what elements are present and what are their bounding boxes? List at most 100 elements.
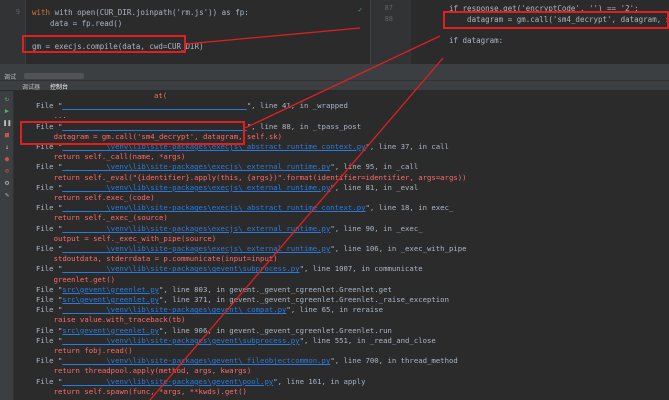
file-suffix: ", line 906, in gevent._gevent_cgreenlet…: [159, 325, 392, 335]
file-suffix: ", line 65, in reraise: [286, 305, 384, 315]
traceback-file-line[interactable]: File " \venv\lib\site-packages\execjs\_a…: [36, 203, 453, 213]
stop-icon[interactable]: ■: [3, 131, 11, 139]
file-path-link[interactable]: src\gevent\greenlet.py: [62, 295, 159, 304]
highlight-box-compile: [22, 35, 186, 53]
mute-icon[interactable]: ⊘: [3, 167, 11, 175]
pause-icon[interactable]: ❚❚: [3, 119, 11, 127]
file-path-link[interactable]: \venv\lib\site-packages\gevent\pool.py: [62, 377, 273, 386]
debug-toolbar: ↻ ▶ ❚❚ ■ ↓ ● ⊘ ⚙ ✎: [0, 91, 14, 400]
run-tab-bar: 调试: [0, 70, 669, 81]
file-suffix: ", line 81, in _eval: [330, 182, 419, 192]
traceback-file-line[interactable]: File "src\gevent\greenlet.py", line 906,…: [36, 326, 392, 336]
traceback-code-line: greenlet.get(): [36, 274, 116, 284]
check-icon: ✓: [358, 6, 363, 14]
file-path-link[interactable]: \venv\lib\site-packages\execjs\_external…: [62, 183, 330, 192]
traceback-file-line[interactable]: File " \venv\lib\site-packages\gevent\po…: [36, 377, 366, 387]
file-path-link[interactable]: \venv\lib\site-packages\execjs\_abstract…: [62, 203, 365, 212]
file-prefix: File ": [36, 162, 63, 172]
traceback-code-line: ...: [36, 111, 67, 121]
file-prefix: File ": [36, 335, 63, 345]
traceback-file-line[interactable]: File "src\gevent\greenlet.py", line 803,…: [36, 285, 392, 295]
file-suffix: ", line 37, in call: [365, 142, 449, 151]
file-suffix: ", line 803, in gevent._gevent_cgreenlet…: [159, 284, 392, 294]
step-icon[interactable]: ↓: [3, 143, 11, 151]
traceback-file-line[interactable]: File " \venv\lib\site-packages\gevent\_c…: [36, 305, 383, 315]
file-prefix: File ": [36, 223, 63, 233]
file-suffix: ", line 551, in _read_and_close: [299, 335, 436, 345]
file-prefix: File ": [36, 295, 63, 304]
file-prefix: File ": [36, 305, 63, 315]
file-suffix: ", line 106, in _exec_with_pipe: [330, 244, 467, 253]
code-line: with with open(CUR_DIR.joinpath('rm.js')…: [32, 8, 249, 17]
traceback-file-line[interactable]: File " \venv\lib\site-packages\gevent\su…: [36, 264, 423, 274]
file-suffix: ", line 95, in _call: [330, 162, 419, 172]
file-prefix: File ": [36, 203, 63, 213]
traceback-code-line: at(: [154, 91, 168, 100]
settings-icon[interactable]: ⚙: [3, 179, 11, 187]
breakpoints-icon[interactable]: ●: [3, 155, 11, 163]
file-path-link[interactable]: \venv\lib\site-packages\execjs\_external…: [62, 244, 330, 253]
file-suffix: ", line 1007, in communicate: [299, 264, 423, 274]
traceback-file-line[interactable]: File " \venv\lib\site-packages\execjs\_e…: [36, 162, 418, 172]
highlight-box-traceback: [20, 121, 245, 145]
tab-debugger[interactable]: 调试器: [22, 82, 40, 91]
traceback-code-line: return fobj.read(): [36, 346, 133, 355]
file-prefix: File ": [36, 376, 63, 386]
tab-blurred-name[interactable]: [24, 73, 84, 79]
traceback-file-line[interactable]: File " \venv\lib\site-packages\execjs\_e…: [36, 224, 423, 234]
tab-console[interactable]: 控制台: [50, 82, 68, 91]
right-gutter: 87 88: [371, 0, 411, 64]
tab-run[interactable]: 调试: [4, 72, 16, 81]
file-path-link[interactable]: \venv\lib\site-packages\gevent\_compat.p…: [62, 305, 286, 314]
file-path-link[interactable]: src\gevent\greenlet.py: [62, 285, 159, 294]
traceback-code-line: stdoutdata, stderrdata = p.communicate(i…: [36, 254, 278, 264]
file-prefix: File ": [36, 182, 63, 192]
code-line: if datagram:: [449, 36, 504, 45]
file-path-link[interactable]: \venv\lib\site-packages\gevent\subproces…: [62, 264, 299, 273]
file-prefix: File ": [36, 325, 63, 335]
line-number: 88: [384, 15, 393, 23]
file-suffix: ", line 18, in exec_: [365, 203, 454, 213]
file-suffix: ", line 41, in _wrapped: [246, 101, 348, 111]
traceback-code-line: return self._exec_(source): [36, 213, 168, 223]
traceback-file-line[interactable]: File " \venv\lib\site-packages\execjs\_e…: [36, 244, 467, 254]
file-prefix: File ": [36, 264, 63, 274]
right-editor-pane[interactable]: 87 88 if response.get('encryptCode', '')…: [370, 0, 669, 64]
traceback-file-line[interactable]: File "src\gevent\greenlet.py", line 371,…: [36, 295, 449, 305]
file-prefix: File ": [36, 284, 63, 294]
resume-icon[interactable]: ▶: [3, 107, 11, 115]
pin-icon[interactable]: ✎: [3, 191, 11, 199]
file-suffix: ", line 700, in thread_method: [330, 356, 458, 366]
debug-tab-bar: 调试器 控制台: [0, 81, 669, 91]
traceback-code-line: return self.spawn(func, *args, **kwds).g…: [36, 386, 247, 396]
code-editor[interactable]: 9 with with open(CUR_DIR.joinpath('rm.js…: [0, 0, 669, 64]
traceback-code-line: return self._call(name, *args): [36, 152, 186, 162]
traceback-file-line[interactable]: File " \venv\lib\site-packages\gevent\_f…: [36, 356, 458, 366]
file-prefix: File ": [36, 244, 63, 253]
traceback-code-line: return threadpool.apply(method, args, kw…: [36, 366, 252, 376]
file-suffix: ", line 371, in gevent._gevent_cgreenlet…: [159, 295, 449, 304]
rerun-icon[interactable]: ↻: [3, 95, 11, 103]
file-path-link[interactable]: \venv\lib\site-packages\gevent\_fileobje…: [62, 356, 330, 365]
traceback-code-line: return self._eval("{identifier}.apply(th…: [36, 172, 467, 182]
traceback-file-line[interactable]: File " ", line 41, in _wrapped: [36, 101, 348, 111]
file-path-link[interactable]: \venv\lib\site-packages\execjs\_external…: [62, 162, 330, 171]
code-line: data = fp.read(): [32, 19, 123, 28]
traceback-code-line: return self.exec_(code): [36, 193, 155, 202]
traceback-file-line[interactable]: File " \venv\lib\site-packages\execjs\_e…: [36, 183, 418, 193]
line-number: 9: [15, 8, 20, 16]
file-path-link[interactable]: \venv\lib\site-packages\execjs\_external…: [62, 224, 330, 233]
traceback-file-line[interactable]: File " \venv\lib\site-packages\gevent\su…: [36, 336, 436, 346]
editor-gutter: 9: [0, 0, 26, 64]
file-suffix: ", line 90, in _exec_: [330, 223, 423, 233]
traceback-code-line: raise value.with_traceback(tb): [36, 315, 186, 325]
code-line-text: with open(CUR_DIR.joinpath('rm.js')) as …: [54, 8, 249, 17]
file-prefix: File ": [36, 356, 63, 366]
file-path-link[interactable]: \venv\lib\site-packages\gevent\subproces…: [62, 336, 299, 345]
file-path-link[interactable]: src\gevent\greenlet.py: [62, 326, 159, 335]
file-suffix: ", line 161, in apply: [273, 376, 366, 386]
file-suffix: ", line 88, in _tpass_post: [246, 121, 362, 131]
file-prefix: File ": [36, 101, 63, 111]
line-number: 87: [384, 4, 393, 12]
file-path-link[interactable]: [62, 101, 247, 110]
